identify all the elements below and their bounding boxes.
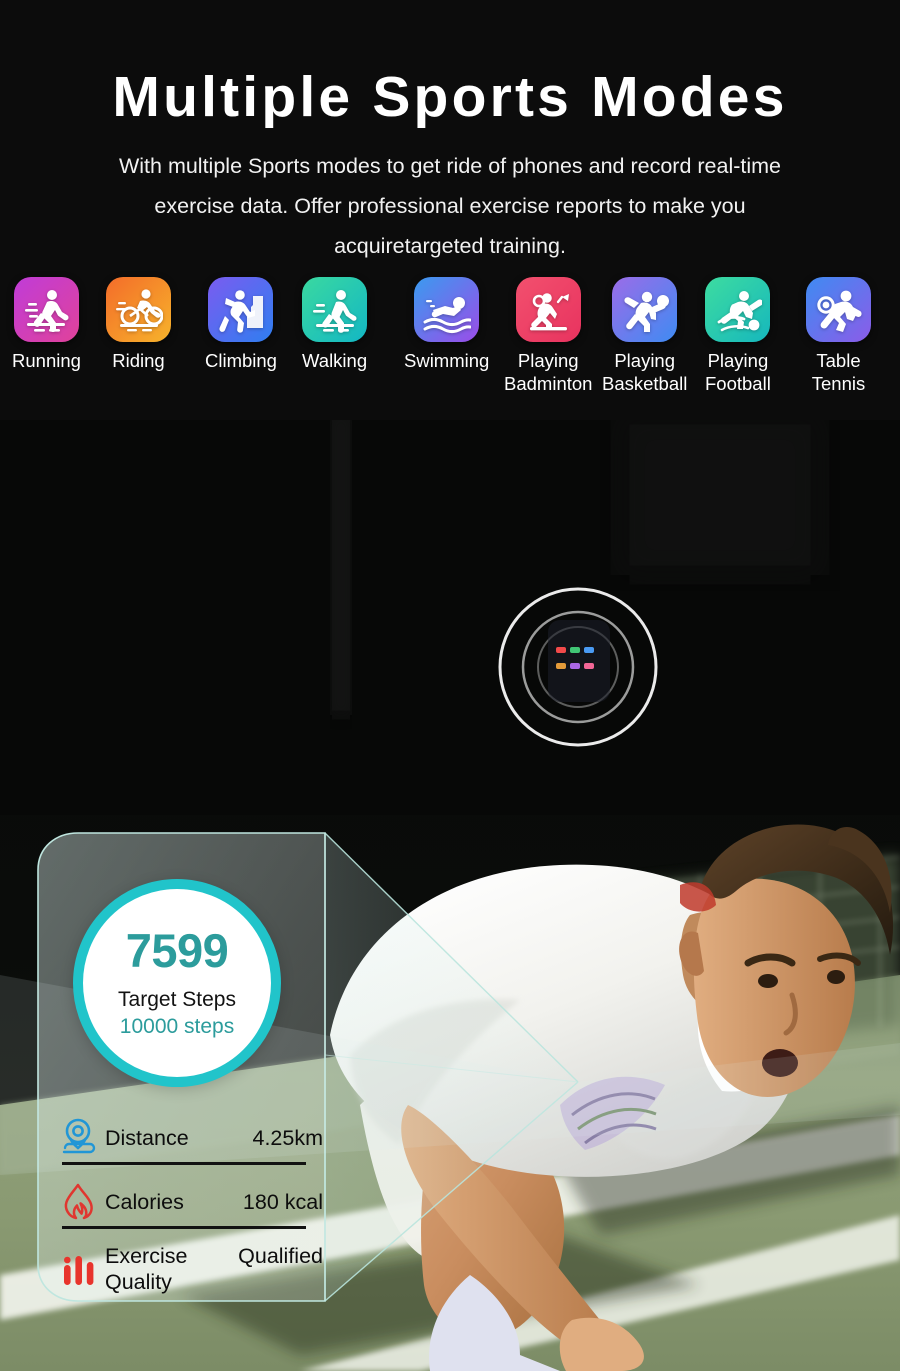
sport-mode-table-tennis[interactable]: Table Tennis <box>806 277 871 395</box>
stat-value-calories: 180 kcal <box>242 1190 323 1214</box>
stat-row-exercise-quality[interactable]: Exercise Quality Qualified <box>55 1243 323 1295</box>
sport-mode-playing-badminton[interactable]: Playing Badminton <box>504 277 592 395</box>
page-title: Multiple Sports Modes <box>112 65 788 129</box>
stat-label-exercise-quality: Exercise Quality <box>105 1244 188 1294</box>
bar-chart-icon <box>55 1246 101 1292</box>
steps-goal: 10000 steps <box>119 1015 235 1038</box>
stat-label-distance: Distance <box>105 1126 189 1150</box>
climbing-icon <box>208 277 274 342</box>
basketball-icon <box>612 277 678 342</box>
sport-mode-walking[interactable]: Walking <box>302 277 367 372</box>
sport-mode-label: Playing Football <box>705 350 771 394</box>
sport-mode-label: Playing Basketball <box>602 350 688 394</box>
sports-modes-row: Running Riding Climbing Walking Swimming… <box>0 277 900 417</box>
badminton-icon <box>515 277 581 342</box>
stat-row-distance[interactable]: Distance 4.25km <box>55 1115 323 1161</box>
stat-value-distance: 4.25km <box>252 1126 323 1150</box>
steps-label: Target Steps <box>118 988 236 1011</box>
location-pin-icon <box>55 1115 101 1161</box>
divider-1 <box>62 1162 306 1165</box>
sport-mode-label: Table Tennis <box>811 350 866 394</box>
sport-mode-climbing[interactable]: Climbing <box>205 277 277 372</box>
sport-mode-label: Playing Badminton <box>504 350 593 394</box>
target-steps-ring: 7599 Target Steps 10000 steps <box>73 879 281 1087</box>
sport-mode-label: Climbing <box>205 350 277 371</box>
football-icon <box>705 277 771 342</box>
sport-mode-label: Swimming <box>404 350 490 371</box>
divider-2 <box>62 1226 306 1229</box>
steps-value: 7599 <box>125 924 229 977</box>
sport-mode-running[interactable]: Running <box>12 277 81 372</box>
page-subtitle: With multiple Sports modes to get ride o… <box>118 154 782 258</box>
fitness-stats-card: 7599 Target Steps 10000 steps Distance 4… <box>0 415 900 1371</box>
sport-mode-playing-football[interactable]: Playing Football <box>705 277 771 395</box>
sport-mode-label: Running <box>12 350 81 371</box>
stat-row-calories[interactable]: Calories 180 kcal <box>55 1179 323 1225</box>
sport-mode-label: Riding <box>112 350 165 371</box>
riding-icon <box>106 277 171 342</box>
sport-mode-riding[interactable]: Riding <box>106 277 171 372</box>
header-section: Multiple Sports Modes With multiple Spor… <box>0 0 900 420</box>
stat-value-exercise-quality: Qualified <box>238 1244 323 1268</box>
sport-mode-swimming[interactable]: Swimming <box>404 277 489 372</box>
sport-mode-playing-basketball[interactable]: Playing Basketball <box>602 277 687 395</box>
sport-mode-label: Walking <box>302 350 368 371</box>
walking-icon <box>302 277 368 342</box>
table-tennis-icon <box>806 277 871 342</box>
promo-page: 7599 Target Steps 10000 steps Distance 4… <box>0 0 900 1371</box>
running-icon <box>13 277 79 342</box>
stat-label-calories: Calories <box>105 1190 184 1214</box>
swimming-icon <box>414 277 480 342</box>
flame-icon <box>55 1179 101 1225</box>
